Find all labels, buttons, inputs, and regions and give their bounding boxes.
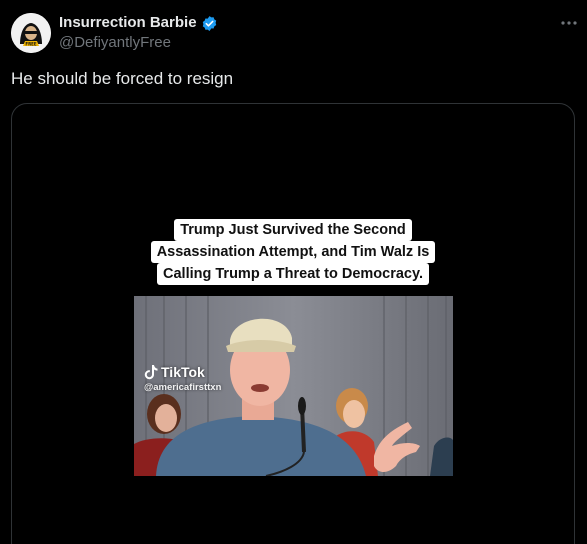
caption-line: Calling Trump a Threat to Democracy.: [157, 263, 429, 285]
video-player[interactable]: Trump Just Survived the Second Assassina…: [11, 103, 575, 544]
author-name-row: Insurrection Barbie: [59, 14, 218, 32]
tiktok-brand: TikTok: [161, 364, 205, 380]
verified-badge-icon: [201, 15, 218, 32]
tiktok-watermark: TikTok @americafirsttxn: [144, 364, 221, 393]
tiktok-handle: @americafirsttxn: [144, 382, 222, 393]
tweet-text: He should be forced to resign: [11, 69, 234, 88]
author-display-name[interactable]: Insurrection Barbie: [59, 14, 197, 32]
caption-line: Trump Just Survived the Second: [174, 219, 412, 241]
more-options-button[interactable]: [559, 14, 579, 32]
author-handle[interactable]: @DefiyantlyFree: [59, 34, 171, 52]
avatar[interactable]: FREE: [11, 13, 51, 53]
caption-line: Assassination Attempt, and Tim Walz Is: [150, 241, 436, 263]
tiktok-logo-icon: [144, 365, 158, 380]
tweet: FREE Insurrection Barbie @DefiyantlyFree…: [0, 0, 587, 544]
more-horizontal-icon: [561, 21, 577, 25]
video-caption: Trump Just Survived the Second Assassina…: [12, 219, 574, 285]
svg-text:FREE: FREE: [25, 42, 37, 47]
video-frame: TikTok @americafirsttxn: [134, 296, 453, 476]
